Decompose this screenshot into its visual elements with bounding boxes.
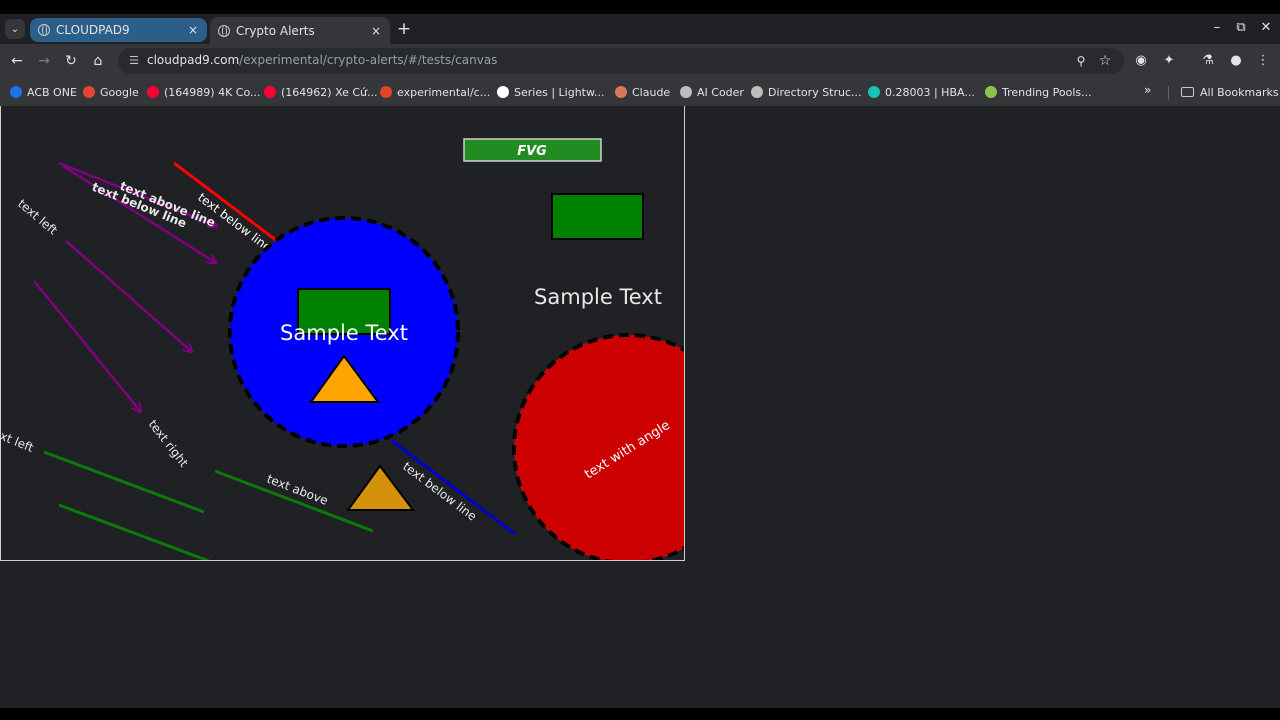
bookmark-item[interactable]: ACB ONE xyxy=(10,83,77,101)
bookmark-item[interactable]: Directory Struc... xyxy=(751,83,862,101)
tab-strip: ⌄ CLOUDPAD9 × Crypto Alerts × + – ⧉ ✕ xyxy=(0,14,1280,44)
letterbox-bottom xyxy=(0,708,1280,720)
globe-icon xyxy=(218,24,230,37)
browser-chrome: ⌄ CLOUDPAD9 × Crypto Alerts × + – ⧉ ✕ ← … xyxy=(0,14,1280,106)
green-rectangle-2 xyxy=(551,193,644,240)
bookmark-item[interactable]: Series | Lightw... xyxy=(497,83,604,101)
folder-icon xyxy=(1181,87,1194,97)
bookmark-item[interactable]: (164962) Xe Cứ... xyxy=(264,83,378,101)
extension-avatar-icon[interactable]: ◉ xyxy=(1132,52,1150,70)
tab-cloudpad9[interactable]: CLOUDPAD9 × xyxy=(30,18,207,42)
zoom-icon[interactable]: ⚲ xyxy=(1072,52,1090,70)
reload-icon[interactable]: ↻ xyxy=(61,51,81,71)
page-content: text below line text above line text lef… xyxy=(0,106,1280,708)
tab-crypto-alerts[interactable]: Crypto Alerts × xyxy=(210,17,390,44)
globe-icon xyxy=(751,86,763,98)
minimize-icon[interactable]: – xyxy=(1207,20,1227,35)
bookmarks-divider xyxy=(1168,86,1169,100)
pools-icon xyxy=(985,86,997,98)
bookmarks-bar: ACB ONE Google (164989) 4K Co... (164962… xyxy=(0,78,1280,106)
letterbox-top xyxy=(0,0,1280,14)
all-bookmarks-button[interactable]: All Bookmarks xyxy=(1181,83,1279,101)
text-below-line-label-2: text below line xyxy=(400,459,479,523)
canvas-svg: text below line text above line text lef… xyxy=(1,138,684,560)
bookmark-item[interactable]: 0.28003 | HBA... xyxy=(868,83,975,101)
google-icon xyxy=(83,86,95,98)
tab-title: Crypto Alerts xyxy=(236,23,315,38)
bookmark-item[interactable]: Google xyxy=(83,83,139,101)
bookmark-star-icon[interactable]: ☆ xyxy=(1096,52,1114,70)
globe-icon xyxy=(38,24,50,36)
bookmark-item[interactable]: AI Coder xyxy=(680,83,744,101)
claude-icon xyxy=(615,86,627,98)
site-info-icon[interactable]: ☰ xyxy=(126,53,142,69)
text-right-label: text right xyxy=(146,417,192,470)
youtube-icon xyxy=(147,86,159,98)
tab-close-icon[interactable]: × xyxy=(368,23,384,39)
drawing-canvas[interactable]: text below line text above line text lef… xyxy=(0,106,685,561)
bookmarks-overflow-chevron-icon[interactable]: » xyxy=(1144,83,1151,97)
gitlab-icon xyxy=(380,86,392,98)
green-line xyxy=(58,503,210,560)
maximize-icon[interactable]: ⧉ xyxy=(1231,20,1251,35)
red-circle xyxy=(512,333,684,560)
sample-text-in-circle: Sample Text xyxy=(280,321,408,345)
youtube-icon xyxy=(264,86,276,98)
tradingview-icon xyxy=(497,86,509,98)
profile-icon[interactable]: ● xyxy=(1227,52,1245,70)
tab-title: CLOUDPAD9 xyxy=(56,23,130,37)
address-url[interactable]: cloudpad9.com/experimental/crypto-alerts… xyxy=(147,53,497,67)
sample-text-right: Sample Text xyxy=(534,285,662,309)
toolbar: ← → ↻ ⌂ ☰ cloudpad9.com/experimental/cry… xyxy=(0,44,1280,78)
menu-kebab-icon[interactable]: ⋮ xyxy=(1254,52,1272,70)
text-left-label-clipped: xt left xyxy=(1,429,36,455)
fvg-label: FVG xyxy=(517,144,547,159)
address-bar[interactable]: ☰ cloudpad9.com/experimental/crypto-aler… xyxy=(118,48,1124,74)
tab-close-icon[interactable]: × xyxy=(185,22,201,38)
globe-icon xyxy=(680,86,692,98)
purple-arrow-line xyxy=(65,240,192,352)
bookmark-item[interactable]: Claude xyxy=(615,83,670,101)
bookmark-favicon-icon xyxy=(10,86,22,98)
text-left-label: text left xyxy=(15,197,60,238)
tab-search-chevron-icon[interactable]: ⌄ xyxy=(5,19,25,39)
window-close-icon[interactable]: ✕ xyxy=(1256,20,1276,35)
back-arrow-icon[interactable]: ← xyxy=(7,51,27,71)
bookmark-item[interactable]: experimental/c... xyxy=(380,83,490,101)
new-tab-button[interactable]: + xyxy=(395,20,413,38)
home-icon[interactable]: ⌂ xyxy=(88,51,108,71)
forward-arrow-icon[interactable]: → xyxy=(34,51,54,71)
bookmark-item[interactable]: Trending Pools... xyxy=(985,83,1092,101)
blue-line xyxy=(390,438,516,536)
purple-arrow-line xyxy=(33,280,141,412)
labs-flask-icon[interactable]: ⚗ xyxy=(1199,52,1217,70)
bookmark-item[interactable]: (164989) 4K Co... xyxy=(147,83,261,101)
extensions-puzzle-icon[interactable]: ✦ xyxy=(1160,52,1178,70)
coingecko-icon xyxy=(868,86,880,98)
